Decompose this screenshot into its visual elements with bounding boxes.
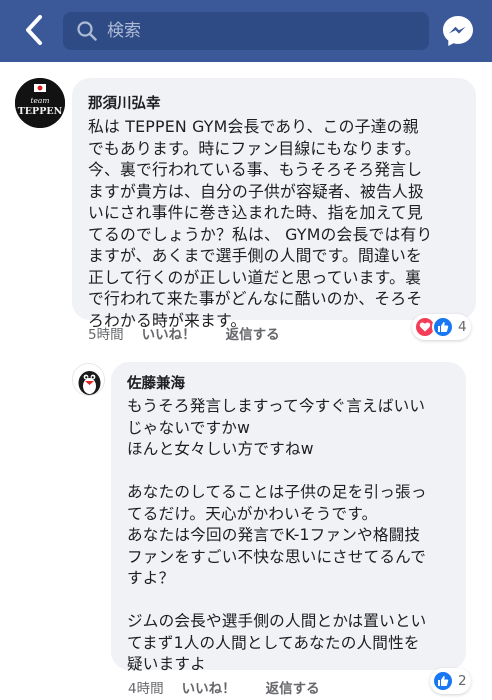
messenger-button[interactable] (441, 14, 475, 48)
like-reaction-icon (432, 670, 454, 692)
avatar[interactable]: team TEPPEN (15, 78, 65, 128)
reply-link[interactable]: 返信する (226, 323, 280, 343)
top-nav-bar (0, 0, 492, 62)
like-link[interactable]: いいね！ (142, 323, 196, 343)
comment-actions: 4時間 いいね！ 返信する (128, 677, 350, 697)
reaction-summary[interactable]: 2 (430, 668, 471, 694)
avatar[interactable] (72, 363, 105, 396)
svg-text:team: team (30, 96, 49, 105)
comment-text: 私は TEPPEN GYM会長であり、この子達の親 でもあります。時にファン目線… (88, 117, 433, 330)
comment-timestamp[interactable]: 4時間 (128, 677, 164, 697)
svg-text:TEPPEN: TEPPEN (18, 106, 63, 117)
chevron-left-icon (26, 15, 42, 45)
reaction-count: 4 (458, 319, 467, 335)
comment-author[interactable]: 佐藤兼海 (127, 372, 454, 393)
reply-link[interactable]: 返信する (266, 677, 320, 697)
team-teppen-logo-icon: team TEPPEN (15, 78, 65, 128)
penguin-avatar-icon (73, 364, 104, 395)
reaction-count: 2 (458, 673, 467, 689)
search-input[interactable] (107, 21, 407, 41)
comment-text: もうそろ発言しますって今すぐ言えばいい じゃないですかw ほんと女々しい方ですね… (127, 397, 427, 673)
comment-bubble: 那須川弘幸 私は TEPPEN GYM会長であり、この子達の親 でもあります。時… (72, 78, 476, 330)
like-reaction-icon (432, 316, 454, 338)
search-icon (77, 21, 97, 41)
messenger-icon (443, 16, 473, 46)
comment-timestamp[interactable]: 5時間 (88, 323, 124, 343)
back-button[interactable] (14, 10, 54, 50)
search-bar[interactable] (63, 12, 429, 50)
reaction-summary[interactable]: 4 (412, 314, 471, 340)
comment-actions: 5時間 いいね！ 返信する (88, 323, 310, 343)
like-link[interactable]: いいね！ (182, 677, 236, 697)
comment-bubble: 佐藤兼海 もうそろ発言しますって今すぐ言えばいい じゃないですかw ほんと女々し… (111, 362, 466, 673)
comment-author[interactable]: 那須川弘幸 (88, 92, 462, 113)
